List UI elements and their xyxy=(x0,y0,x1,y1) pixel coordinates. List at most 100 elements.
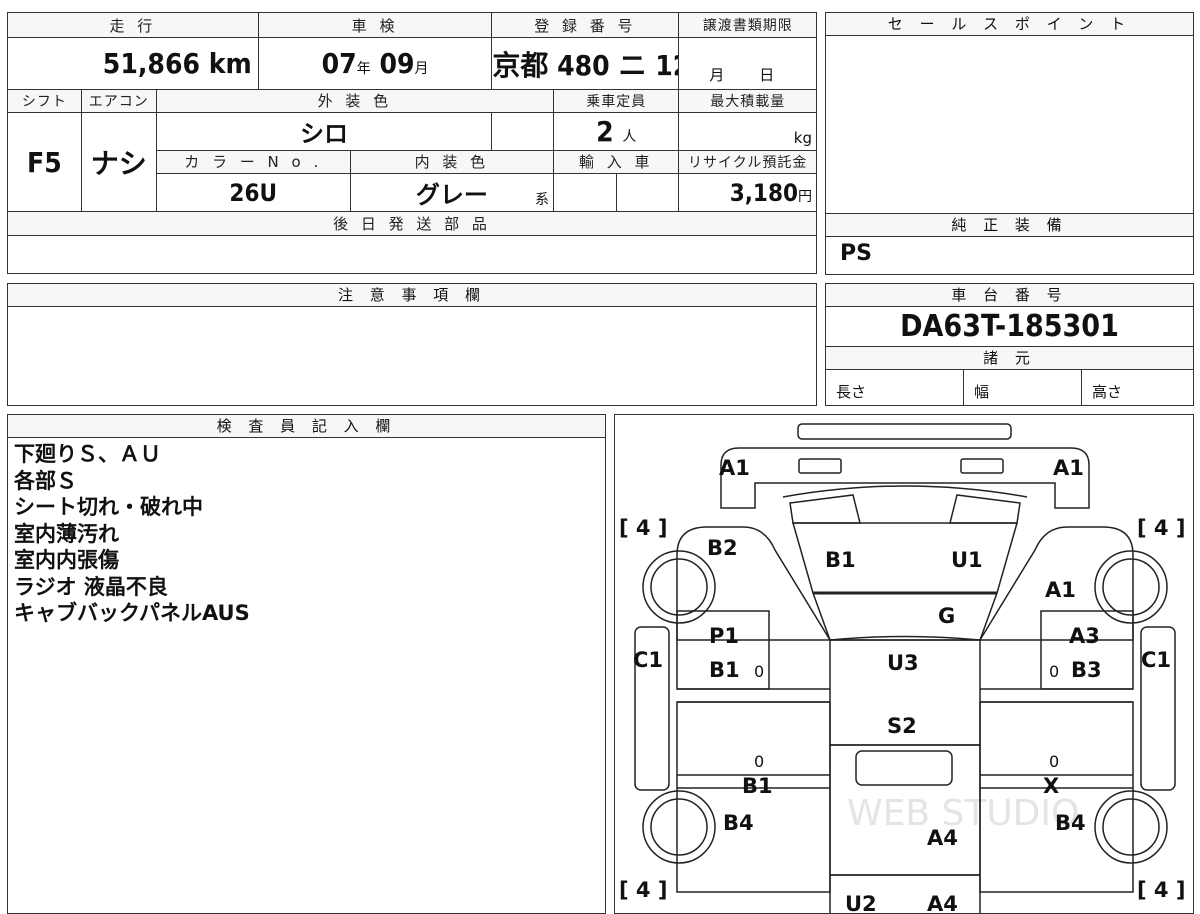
inspection-month-unit: 月 xyxy=(414,61,429,78)
inspection-year: 07 xyxy=(321,47,357,81)
mileage-header: 走 行 xyxy=(7,11,259,39)
mark-a1-fender-right: A1 xyxy=(1045,578,1076,602)
vehicle-summary-table: 走 行 車 検 登 録 番 号 譲渡書類期限 51,866 km 07年 09月… xyxy=(7,11,817,275)
later-parts-header: 後 日 発 送 部 品 xyxy=(7,211,817,236)
import-car-header: 輸 入 車 xyxy=(553,149,680,174)
inspector-line: 室内内張傷 xyxy=(14,548,119,572)
mark-zero-1: 0 xyxy=(754,662,764,681)
mark-zero-4: 0 xyxy=(1049,752,1059,771)
chassis-number: DA63T-185301 xyxy=(900,309,1119,344)
notes-box: 注 意 事 項 欄 xyxy=(7,283,817,406)
exterior-color-extra xyxy=(491,112,555,151)
registration-value: 京都 480 ニ 1289 xyxy=(491,37,680,90)
interior-color-cell: グレー 系 xyxy=(349,172,555,213)
watermark: WEB STUDIO xyxy=(847,793,1079,834)
mark-a4-bottom: A4 xyxy=(927,892,958,913)
mark-tire-rr: [ 4 ] xyxy=(1137,878,1185,902)
max-load-cell: kg xyxy=(678,112,817,151)
capacity-value: 2 xyxy=(596,114,614,148)
mark-c1-left: C1 xyxy=(633,648,663,672)
inspector-box: 検 査 員 記 入 欄 下廻りＳ、ＡＵ 各部Ｓ シート切れ・破れ中 室内薄汚れ … xyxy=(7,414,606,914)
mileage-unit: km xyxy=(208,47,252,81)
color-no-header: カ ラ ー N o . xyxy=(155,149,351,174)
interior-color-header: 内 装 色 xyxy=(349,149,555,174)
mark-a4-bed: A4 xyxy=(927,826,958,850)
inspector-line: 室内薄汚れ xyxy=(14,521,119,546)
mark-zero-3: 0 xyxy=(754,752,764,771)
later-parts-value xyxy=(7,234,817,275)
mark-c1-right: C1 xyxy=(1141,648,1171,672)
damage-diagram-box: WEB STUDIO A1 A1 [4] [4] B2 B1 U1 A1… xyxy=(614,414,1194,914)
mark-b2: B2 xyxy=(707,536,738,560)
capacity-cell: 2 人 xyxy=(553,112,680,151)
max-load-header: 最大積載量 xyxy=(678,88,817,114)
inspection-cell: 07年 09月 xyxy=(257,37,493,90)
capacity-unit: 人 xyxy=(622,128,637,145)
sales-point-box: セ ー ル ス ポ イ ン ト 純 正 装 備 PS xyxy=(825,12,1194,275)
recycle-fee-cell: 3,180円 xyxy=(678,172,817,213)
mark-a1-left: A1 xyxy=(719,456,750,480)
recycle-fee-value: 3,180 xyxy=(729,178,798,207)
genuine-equipment-value: PS xyxy=(840,241,872,266)
inspection-header: 車 検 xyxy=(257,11,493,39)
mark-p1: P1 xyxy=(709,624,739,648)
capacity-header: 乗車定員 xyxy=(553,88,680,114)
width-label: 幅 xyxy=(964,369,1082,405)
mark-b4-right: B4 xyxy=(1055,811,1086,835)
mark-b1-bed-left: B1 xyxy=(742,774,773,798)
shift-header: シフト xyxy=(7,88,82,114)
mark-b1-door-left: B1 xyxy=(709,658,740,682)
notes-header: 注 意 事 項 欄 xyxy=(8,284,816,307)
exterior-color-value: シロ xyxy=(155,112,493,151)
genuine-equipment-header: 純 正 装 備 xyxy=(826,213,1193,237)
mark-u2-bottom: U2 xyxy=(845,892,877,913)
inspection-month: 09 xyxy=(379,47,415,81)
chassis-header: 車 台 番 号 xyxy=(826,284,1193,307)
mark-tire-fl: [ 4 ] xyxy=(619,516,667,540)
inspection-year-unit: 年 xyxy=(356,61,371,78)
mark-zero-2: 0 xyxy=(1049,662,1059,681)
shift-value: F5 xyxy=(7,112,82,213)
transfer-day-unit: 日 xyxy=(759,65,775,84)
mark-b4-left: B4 xyxy=(723,811,754,835)
inspector-line: キャブバックパネルAUS xyxy=(14,601,250,625)
import-car-cell-2 xyxy=(615,172,680,213)
chassis-box: 車 台 番 号 DA63T-185301 諸 元 長さ 幅 高さ xyxy=(825,283,1194,406)
height-label: 高さ xyxy=(1092,383,1123,401)
recycle-fee-unit: 円 xyxy=(798,188,812,205)
import-car-cell-1 xyxy=(553,172,617,213)
inspector-notes: 下廻りＳ、ＡＵ 各部Ｓ シート切れ・破れ中 室内薄汚れ 室内内張傷 ラジオ 液晶… xyxy=(14,441,250,627)
truck-diagram: WEB STUDIO A1 A1 [4] [4] B2 B1 U1 A1… xyxy=(619,423,1185,913)
color-no-value: 26U xyxy=(155,172,351,213)
inspector-line: ラジオ 液晶不良 xyxy=(14,574,168,599)
exterior-color-header: 外 装 色 xyxy=(155,88,555,114)
inspector-line: 下廻りＳ、ＡＵ xyxy=(14,442,161,466)
recycle-fee-header: リサイクル預託金 xyxy=(678,149,817,174)
aircon-value: ナシ xyxy=(80,112,157,213)
inspector-line: 各部Ｓ xyxy=(14,468,77,493)
aircon-header: エアコン xyxy=(80,88,157,114)
transfer-deadline-cell: 月 日 xyxy=(678,37,817,90)
sales-point-header: セ ー ル ス ポ イ ン ト xyxy=(826,13,1193,36)
inspector-line: シート切れ・破れ中 xyxy=(14,495,203,519)
mark-b1-windshield: B1 xyxy=(825,548,856,572)
registration-header: 登 録 番 号 xyxy=(491,11,680,39)
transfer-deadline-header: 譲渡書類期限 xyxy=(678,11,817,39)
length-label: 長さ xyxy=(826,369,964,405)
mark-x: X xyxy=(1043,774,1059,798)
mark-a1-right: A1 xyxy=(1053,456,1084,480)
mileage-cell: 51,866 km xyxy=(7,37,259,90)
specs-header: 諸 元 xyxy=(826,346,1193,370)
mark-b3: B3 xyxy=(1071,658,1102,682)
transfer-month-unit: 月 xyxy=(709,65,725,84)
mark-u3: U3 xyxy=(887,651,919,675)
interior-color-value: グレー xyxy=(415,181,488,210)
mark-tire-rl: [ 4 ] xyxy=(619,878,667,902)
mark-tire-fr: [ 4 ] xyxy=(1137,516,1185,540)
max-load-unit: kg xyxy=(793,128,812,147)
interior-color-suffix: 系 xyxy=(535,192,550,209)
mileage-value: 51,866 xyxy=(102,47,201,81)
mark-a3: A3 xyxy=(1069,624,1100,648)
mark-u1: U1 xyxy=(951,548,983,572)
mark-g: G xyxy=(938,604,955,628)
